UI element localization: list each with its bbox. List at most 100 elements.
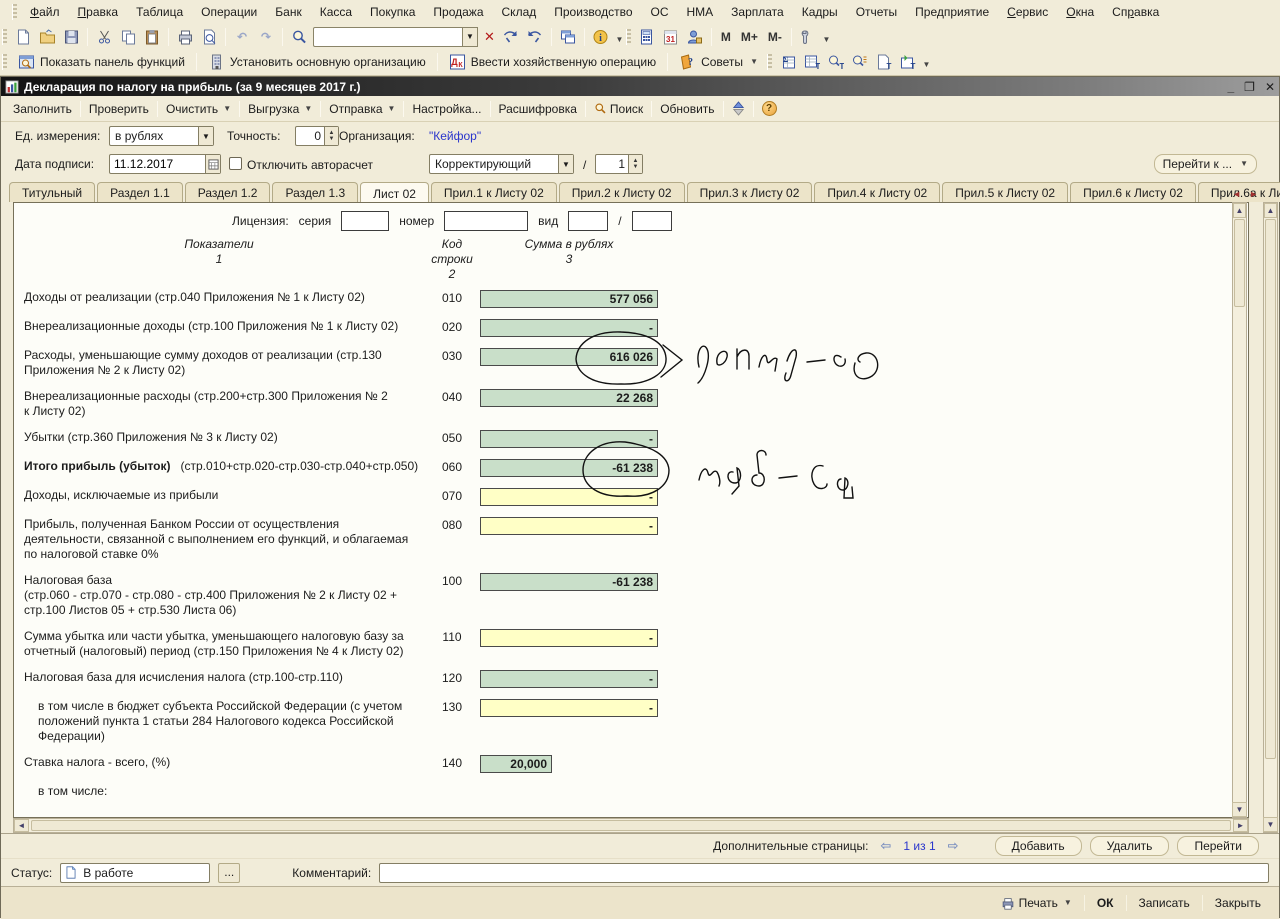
section-tab[interactable]: Раздел 1.2: [185, 182, 271, 202]
menu-item[interactable]: НМА: [678, 2, 723, 22]
row-amount-field[interactable]: -: [480, 670, 658, 688]
section-tab[interactable]: Прил.4 к Листу 02: [814, 182, 940, 202]
correction-combobox[interactable]: Корректирующий▼: [429, 154, 574, 174]
sum-table-button[interactable]: Σ: [777, 52, 799, 72]
row-amount-field[interactable]: 577 056: [480, 290, 658, 308]
row-amount-field[interactable]: -: [480, 430, 658, 448]
scroll-up-icon[interactable]: ▲: [1264, 203, 1277, 218]
settings-dropdown-button[interactable]: ▼: [820, 28, 831, 46]
info-button[interactable]: i: [590, 27, 612, 47]
menu-item[interactable]: Правка: [69, 2, 128, 22]
row-amount-field[interactable]: -: [480, 699, 658, 717]
sign-date-input[interactable]: [109, 154, 221, 174]
help-button[interactable]: ?: [754, 98, 785, 119]
toolbar-grip[interactable]: [12, 4, 17, 20]
clear-button[interactable]: Очистить▼: [158, 99, 239, 119]
refresh-button[interactable]: Обновить: [652, 99, 722, 119]
scroll-down-icon[interactable]: ▼: [1232, 802, 1247, 817]
open-button[interactable]: [36, 27, 58, 47]
menu-item[interactable]: Предприятие: [906, 2, 998, 22]
find-next-button[interactable]: [500, 27, 522, 47]
memory-subtract-button[interactable]: M-: [763, 29, 787, 45]
print-button[interactable]: Печать▼: [993, 892, 1080, 914]
goto-button[interactable]: Перейти к ...▼: [1154, 154, 1257, 174]
form-vertical-scrollbar[interactable]: ▲ ▼: [1263, 202, 1278, 833]
tabs-scroll-right-button[interactable]: ►: [1246, 188, 1261, 200]
sheet-horizontal-scrollbar[interactable]: ◄ ►: [13, 818, 1249, 833]
section-tab[interactable]: Титульный: [9, 182, 95, 202]
undo-button[interactable]: ↶: [231, 27, 253, 47]
close-button[interactable]: ✕: [1265, 81, 1275, 93]
table-settings-button[interactable]: Т: [801, 52, 823, 72]
search-button[interactable]: Поиск: [586, 99, 651, 119]
memory-add-button[interactable]: M+: [736, 29, 763, 45]
menu-item[interactable]: Окна: [1057, 2, 1103, 22]
scroll-right-icon[interactable]: ►: [1233, 819, 1248, 832]
section-tab[interactable]: Прил.6 к Листу 02: [1070, 182, 1196, 202]
memory-recall-button[interactable]: M: [716, 29, 736, 45]
ok-button[interactable]: ОК: [1089, 892, 1122, 914]
toolbar-grip[interactable]: [767, 54, 772, 70]
new-document-button[interactable]: [12, 27, 34, 47]
correction-number-spinner[interactable]: 1▲▼: [595, 154, 643, 174]
sheet-vertical-scrollbar[interactable]: ▲ ▼: [1232, 202, 1247, 818]
scroll-up-icon[interactable]: ▲: [1233, 203, 1246, 218]
section-tab[interactable]: Раздел 1.1: [97, 182, 183, 202]
scrollbar-thumb[interactable]: [1234, 219, 1245, 307]
user-lock-button[interactable]: [684, 27, 706, 47]
scroll-left-icon[interactable]: ◄: [14, 819, 29, 832]
status-more-button[interactable]: ...: [218, 863, 240, 883]
copy-button[interactable]: [117, 27, 139, 47]
section-tab[interactable]: Прил.5 к Листу 02: [942, 182, 1068, 202]
clear-search-button[interactable]: ✕: [480, 29, 499, 45]
menu-item[interactable]: Отчеты: [847, 2, 906, 22]
menu-item[interactable]: Банк: [266, 2, 310, 22]
toolbar-grip[interactable]: [626, 29, 631, 45]
menu-item[interactable]: Кадры: [793, 2, 847, 22]
set-main-organization-button[interactable]: Установить основную организацию: [201, 52, 433, 72]
row-amount-field[interactable]: -61 238: [480, 573, 658, 591]
goto-page-button[interactable]: Перейти: [1177, 836, 1259, 856]
show-function-panel-button[interactable]: Показать панель функций: [11, 52, 192, 72]
comment-input[interactable]: [379, 863, 1269, 883]
scrollbar-thumb[interactable]: [1265, 219, 1276, 759]
precision-spinner[interactable]: 0▲▼: [295, 126, 339, 146]
menu-item[interactable]: Таблица: [127, 2, 192, 22]
next-page-button[interactable]: ⇨: [944, 838, 963, 854]
organization-value[interactable]: "Кейфор": [429, 129, 481, 143]
save-record-button[interactable]: Записать: [1131, 892, 1198, 914]
view-list-button[interactable]: [849, 52, 871, 72]
search-input[interactable]: [313, 27, 463, 47]
menu-item[interactable]: Касса: [311, 2, 361, 22]
export-button[interactable]: Выгрузка▼: [240, 99, 320, 119]
section-tab[interactable]: Раздел 1.3: [272, 182, 358, 202]
unit-combobox[interactable]: в рублях▼: [109, 126, 214, 146]
settings-button[interactable]: [797, 27, 819, 47]
restore-button[interactable]: ❐: [1244, 81, 1255, 93]
row-amount-field[interactable]: 22 268: [480, 389, 658, 407]
chevron-down-icon[interactable]: ▼: [558, 155, 573, 173]
send-button[interactable]: Отправка▼: [321, 99, 403, 119]
license-number-input[interactable]: [444, 211, 528, 231]
spin-buttons[interactable]: ▲▼: [324, 127, 338, 145]
row-amount-field[interactable]: -: [480, 517, 658, 535]
minimize-button[interactable]: _: [1227, 81, 1234, 93]
document-table-button[interactable]: Т: [873, 52, 895, 72]
menu-item[interactable]: Производство: [545, 2, 641, 22]
add-page-button[interactable]: Добавить: [995, 836, 1082, 856]
delete-page-button[interactable]: Удалить: [1090, 836, 1170, 856]
menu-item[interactable]: Сервис: [998, 2, 1057, 22]
move-table-button[interactable]: Т: [897, 52, 919, 72]
row-amount-field[interactable]: -: [480, 488, 658, 506]
row-amount-field[interactable]: -61 238: [480, 459, 658, 477]
menu-item[interactable]: Файл: [21, 2, 69, 22]
save-button[interactable]: [60, 27, 82, 47]
scroll-down-icon[interactable]: ▼: [1263, 817, 1278, 832]
menu-item[interactable]: Покупка: [361, 2, 424, 22]
toolbar-grip[interactable]: [2, 54, 7, 70]
print-preview-button[interactable]: [198, 27, 220, 47]
section-tab[interactable]: Прил.1 к Листу 02: [431, 182, 557, 202]
section-tab[interactable]: Прил.2 к Листу 02: [559, 182, 685, 202]
disable-autocalc-checkbox[interactable]: [229, 157, 242, 170]
license-kind-input[interactable]: [568, 211, 608, 231]
